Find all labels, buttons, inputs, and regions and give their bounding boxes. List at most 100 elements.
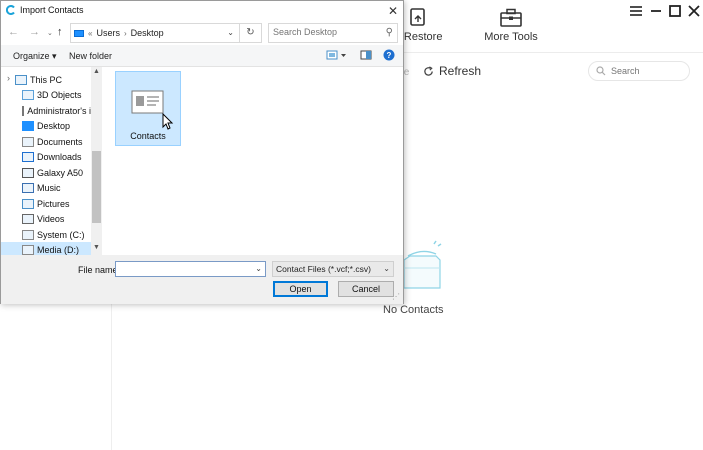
computer-icon bbox=[15, 74, 27, 85]
nav-item-label: Downloads bbox=[37, 151, 82, 162]
empty-state-text: No Contacts bbox=[383, 304, 444, 316]
nav-item-label: Documents bbox=[37, 136, 83, 147]
refresh-icon bbox=[424, 65, 433, 76]
nav-scrollbar-thumb[interactable] bbox=[92, 151, 101, 223]
app-logo-icon bbox=[6, 5, 15, 15]
backup-restore-icon bbox=[410, 8, 425, 26]
computer-icon bbox=[74, 29, 84, 37]
breadcrumb-desktop[interactable]: Desktop bbox=[131, 28, 164, 38]
organize-button[interactable]: Organize ▾ bbox=[13, 51, 57, 62]
dialog-footer: File name: ⌄ Contact Files (*.vcf;*.csv)… bbox=[1, 255, 403, 304]
import-contacts-dialog: Import Contacts ✕ ← → ⌄ ↑ « Users › Desk… bbox=[0, 0, 404, 304]
app-sidebar-divider bbox=[111, 300, 112, 450]
dialog-titlebar: Import Contacts ✕ bbox=[1, 1, 403, 21]
nav-item[interactable]: 3D Objects bbox=[1, 87, 91, 102]
nav-item[interactable]: Videos bbox=[1, 211, 91, 226]
app-search-input[interactable] bbox=[611, 66, 681, 76]
menu-icon[interactable] bbox=[628, 3, 644, 19]
nav-item-label: Music bbox=[37, 182, 61, 193]
nav-item-label: Galaxy A50 bbox=[37, 167, 84, 178]
up-arrow-icon[interactable]: ↑ bbox=[57, 26, 63, 38]
nav-item[interactable]: Media (D:) bbox=[1, 242, 91, 255]
dialog-search-box[interactable]: ⚲ bbox=[268, 23, 398, 43]
app-search-box[interactable] bbox=[588, 61, 690, 81]
mouse-cursor-icon bbox=[162, 113, 174, 130]
file-type-filter[interactable]: Contact Files (*.vcf;*.csv) ⌄ bbox=[272, 261, 394, 277]
file-name-combobox[interactable]: ⌄ bbox=[115, 261, 266, 277]
dialog-search-input[interactable] bbox=[273, 27, 381, 37]
nav-item-label: Pictures bbox=[37, 198, 70, 209]
file-type-dropdown-chevron-icon: ⌄ bbox=[383, 264, 390, 273]
maximize-icon[interactable] bbox=[667, 3, 683, 19]
user-folder-icon bbox=[22, 105, 25, 116]
nav-item-label: Administrator's i bbox=[27, 105, 91, 116]
download-icon bbox=[22, 151, 34, 162]
file-name-label: File name: bbox=[78, 265, 121, 275]
minimize-icon[interactable] bbox=[648, 3, 664, 19]
dialog-title: Import Contacts bbox=[20, 5, 84, 15]
nav-item[interactable]: Downloads bbox=[1, 149, 91, 164]
address-refresh-icon[interactable]: ↻ bbox=[240, 23, 262, 43]
back-arrow-icon[interactable]: ← bbox=[8, 26, 19, 38]
nav-item-label: 3D Objects bbox=[37, 89, 82, 100]
change-view-icon[interactable] bbox=[326, 49, 348, 61]
nav-item[interactable]: Pictures bbox=[1, 196, 91, 211]
nav-item[interactable]: Music bbox=[1, 180, 91, 195]
nav-scrollbar[interactable]: ▲ ▼ bbox=[91, 67, 102, 255]
nav-item[interactable]: Galaxy A50 bbox=[1, 165, 91, 180]
address-row: ← → ⌄ ↑ « Users › Desktop ⌄ ↻ ⚲ bbox=[1, 21, 403, 45]
command-bar: Organize ▾ New folder ? bbox=[1, 45, 403, 67]
nav-item-label: Media (D:) bbox=[37, 244, 80, 255]
file-name-dropdown-chevron-icon[interactable]: ⌄ bbox=[255, 264, 262, 273]
search-icon bbox=[596, 66, 606, 76]
more-tools-label: More Tools bbox=[484, 31, 538, 43]
cube-icon bbox=[22, 89, 34, 100]
drive-icon bbox=[22, 229, 34, 240]
file-type-filter-value: Contact Files (*.vcf;*.csv) bbox=[276, 264, 371, 274]
nav-item[interactable]: Desktop bbox=[1, 118, 91, 133]
file-item-contacts[interactable]: Contacts bbox=[115, 71, 181, 146]
more-tools-button[interactable]: More Tools bbox=[483, 8, 539, 43]
scroll-up-arrow-icon[interactable]: ▲ bbox=[93, 68, 100, 75]
new-folder-button[interactable]: New folder bbox=[69, 51, 112, 61]
forward-arrow-icon[interactable]: → bbox=[29, 26, 40, 38]
drive-icon bbox=[22, 244, 34, 255]
address-dropdown-chevron-icon[interactable]: ⌄ bbox=[227, 28, 234, 37]
search-icon: ⚲ bbox=[385, 27, 393, 38]
contact-card-icon bbox=[131, 90, 164, 114]
nav-item[interactable]: System (C:) bbox=[1, 227, 91, 242]
preview-pane-icon[interactable] bbox=[360, 49, 372, 61]
close-app-icon[interactable] bbox=[686, 3, 702, 19]
close-icon[interactable]: ✕ bbox=[385, 3, 401, 19]
toolbox-icon bbox=[500, 8, 522, 27]
svg-text:?: ? bbox=[387, 51, 392, 60]
phone-icon bbox=[22, 167, 34, 178]
cancel-button[interactable]: Cancel bbox=[338, 281, 394, 297]
help-icon[interactable]: ? bbox=[383, 49, 395, 61]
address-bar[interactable]: « Users › Desktop ⌄ bbox=[70, 23, 240, 43]
refresh-label: Refresh bbox=[439, 64, 482, 78]
recent-locations-chevron-icon[interactable]: ⌄ bbox=[47, 29, 53, 37]
nav-item[interactable]: Documents bbox=[1, 134, 91, 149]
nav-item[interactable]: › This PC bbox=[1, 72, 91, 87]
resize-grip-icon[interactable]: ⋰ bbox=[392, 292, 400, 301]
nav-item[interactable]: Administrator's i bbox=[1, 103, 91, 118]
scroll-down-arrow-icon[interactable]: ▼ bbox=[93, 244, 100, 251]
file-name-input[interactable] bbox=[116, 263, 246, 277]
refresh-button[interactable]: Refresh bbox=[423, 64, 481, 78]
nav-item-label: Desktop bbox=[37, 120, 71, 131]
desktop-icon bbox=[22, 120, 34, 131]
breadcrumb-users[interactable]: Users bbox=[96, 28, 120, 38]
navigation-pane: ▲ ▼ › This PC 3D Objects Administrator's i D… bbox=[1, 67, 102, 255]
breadcrumb-separator-icon: › bbox=[123, 28, 127, 38]
expand-chevron-icon[interactable]: › bbox=[7, 73, 10, 83]
music-icon bbox=[22, 182, 34, 193]
empty-box-illustration bbox=[403, 240, 442, 289]
pictures-icon bbox=[22, 198, 34, 209]
video-icon bbox=[22, 213, 34, 224]
nav-item-label: Videos bbox=[37, 213, 65, 224]
document-icon bbox=[22, 136, 34, 147]
open-button[interactable]: Open bbox=[273, 281, 328, 297]
file-item-label: Contacts bbox=[130, 131, 166, 141]
nav-item-label: System (C:) bbox=[37, 229, 85, 240]
